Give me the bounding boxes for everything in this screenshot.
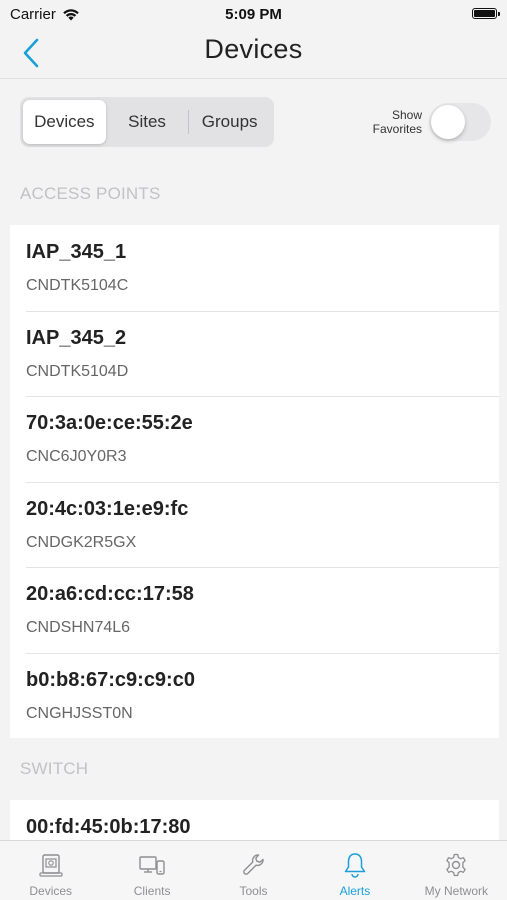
tab-label: Clients — [133, 884, 171, 898]
device-serial: CNGHJSST0N — [26, 704, 133, 722]
clients-icon — [139, 856, 165, 875]
show-favorites-line2: Favorites — [372, 122, 422, 136]
tab-label: Devices — [29, 884, 73, 898]
segment-devices[interactable]: Devices — [23, 100, 106, 144]
device-name: 20:a6:cd:cc:17:58 — [26, 583, 194, 605]
segment-sites[interactable]: Sites — [106, 100, 189, 144]
status-time: 5:09 PM — [225, 6, 282, 23]
tab-label: Tools — [239, 884, 268, 898]
battery-icon — [472, 8, 500, 19]
list-item[interactable]: IAP_345_1 CNDTK5104C — [10, 225, 499, 311]
segment-groups[interactable]: Groups — [188, 100, 271, 144]
list-item[interactable]: b0:b8:67:c9:c9:c0 CNGHJSST0N — [10, 652, 499, 739]
navigation-bar: Devices — [0, 30, 507, 79]
device-icon — [39, 854, 63, 877]
tab-label: My Network — [424, 884, 488, 898]
show-favorites-label: Show Favorites — [360, 108, 422, 136]
device-name: 00:fd:45:0b:17:80 — [26, 816, 191, 838]
device-serial: CNDGK2R5GX — [26, 533, 137, 551]
tab-clients[interactable]: Clients — [101, 841, 202, 900]
device-name: b0:b8:67:c9:c9:c0 — [26, 668, 195, 691]
tab-bar: Devices Clients Tools Alerts My Network — [0, 840, 507, 900]
tab-label: Alerts — [339, 884, 371, 898]
device-name: 20:4c:03:1e:e9:fc — [26, 497, 189, 520]
device-name: IAP_345_1 — [26, 241, 127, 263]
page-title: Devices — [204, 34, 303, 64]
device-name: 70:3a:0e:ce:55:2e — [26, 412, 193, 434]
device-serial: CNC6J0Y0R3 — [26, 448, 127, 465]
access-point-list: IAP_345_1 CNDTK5104C IAP_345_2 CNDTK5104… — [10, 225, 499, 738]
toggle-knob — [431, 105, 465, 139]
show-favorites-toggle[interactable] — [429, 103, 491, 141]
list-item[interactable]: 70:3a:0e:ce:55:2e CNC6J0Y0R3 — [10, 396, 499, 482]
list-item[interactable]: IAP_345_2 CNDTK5104D — [10, 310, 499, 397]
tab-devices[interactable]: Devices — [0, 841, 101, 900]
view-segmented-control: Devices Sites Groups — [20, 97, 274, 147]
wrench-icon — [242, 854, 264, 875]
devices-screen: Carrier 5:09 PM Devices Devices Sites Gr… — [0, 0, 507, 900]
device-name: IAP_345_2 — [26, 326, 127, 349]
list-item[interactable]: 20:4c:03:1e:e9:fc CNDGK2R5GX — [10, 481, 499, 568]
device-serial: CNDSHN74L6 — [26, 619, 131, 636]
tab-alerts[interactable]: Alerts — [304, 841, 405, 900]
tab-my-network[interactable]: My Network — [406, 841, 507, 900]
list-item[interactable]: 20:a6:cd:cc:17:58 CNDSHN74L6 — [10, 567, 499, 653]
section-header-access-points: ACCESS POINTS — [20, 184, 161, 203]
section-header-switch: SWITCH — [20, 759, 89, 778]
status-bar: Carrier 5:09 PM — [0, 0, 507, 30]
tab-tools[interactable]: Tools — [203, 841, 304, 900]
show-favorites-line1: Show — [391, 108, 422, 122]
device-serial: CNDTK5104C — [26, 277, 129, 294]
device-serial: CNDTK5104D — [26, 362, 129, 380]
gear-icon — [446, 853, 467, 877]
bell-icon — [344, 853, 366, 878]
